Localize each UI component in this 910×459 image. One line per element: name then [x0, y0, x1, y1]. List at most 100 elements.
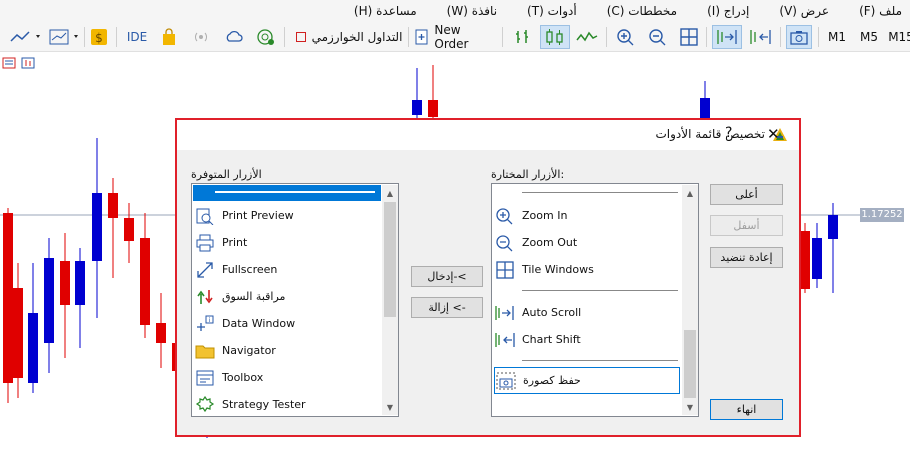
shop-button[interactable] [158, 25, 180, 49]
move-down-button[interactable]: أسفل [710, 215, 783, 236]
line-chart-button[interactable] [574, 25, 600, 49]
toolbar: $ IDE التداول الخوارزمي New Order M1 M5 … [0, 22, 910, 52]
dialog-close-button[interactable]: ✕ [767, 125, 780, 143]
available-buttons-label: الأزرار المتوفرة [191, 168, 262, 181]
auto-scroll-icon [717, 30, 737, 44]
candlestick-button[interactable] [540, 25, 570, 49]
list-item-navigator[interactable]: Navigator [194, 337, 276, 364]
cloud-icon [226, 30, 243, 42]
candle-body [812, 238, 822, 279]
menu-bar: ملف (F) عرض (V) إدراج (I) مخططات (C) أدو… [0, 0, 910, 22]
list-item-auto-scroll[interactable]: Auto Scroll [494, 299, 581, 326]
candle-body [156, 323, 166, 343]
list-item-zoom-out[interactable]: Zoom Out [494, 229, 577, 256]
screenshot-button[interactable] [786, 25, 812, 49]
chart-shift-icon [495, 332, 515, 347]
zoom-in-button[interactable] [614, 25, 638, 49]
menu-file[interactable]: ملف (F) [859, 4, 902, 18]
list-item-zoom-in[interactable]: Zoom In [494, 202, 567, 229]
list-item-fullscreen[interactable]: Fullscreen [194, 256, 277, 283]
svg-text:$: $ [95, 31, 103, 45]
available-list-scrollbar[interactable]: ▲ ▼ [382, 185, 398, 415]
list-separator[interactable] [522, 192, 678, 193]
list-item-label: Chart Shift [522, 333, 581, 346]
fullscreen-icon [197, 261, 213, 278]
move-up-button[interactable]: أعلى [710, 184, 783, 205]
candle-body [800, 231, 810, 289]
list-item-tile-windows[interactable]: Tile Windows [494, 256, 594, 283]
vps-button[interactable] [222, 25, 246, 49]
list-separator[interactable] [522, 360, 678, 361]
list-item-print-preview[interactable]: Print Preview [194, 202, 294, 229]
candle-body [44, 258, 54, 343]
candle-body [140, 238, 150, 325]
menu-tools[interactable]: أدوات (T) [527, 4, 577, 18]
list-item-toolbox[interactable]: Toolbox [194, 364, 263, 391]
list-item-label: Data Window [222, 317, 296, 330]
timeframe-m1[interactable]: M1 [824, 25, 850, 49]
tile-windows-button[interactable] [678, 25, 700, 49]
shopping-bag-icon [163, 28, 175, 45]
selected-list-scrollbar[interactable]: ▲ ▼ [682, 185, 698, 415]
algo-trading-button[interactable]: التداول الخوارزمي [294, 25, 404, 49]
list-item-label: Print [222, 236, 248, 249]
signals-button[interactable] [190, 25, 212, 49]
vps-hosting-button[interactable] [254, 25, 278, 49]
selected-buttons-label: الأزرار المختارة: [491, 168, 565, 181]
trend-icon [10, 31, 40, 42]
list-item-separator-selected[interactable] [193, 185, 381, 201]
indicators-button[interactable] [6, 25, 46, 49]
new-order-button[interactable]: New Order [414, 23, 496, 51]
candle-body [3, 213, 13, 383]
selected-buttons-list[interactable]: Zoom In Zoom Out Tile Windows Auto Scrol… [491, 183, 699, 417]
list-item-market-watch[interactable]: مراقبة السوق [194, 283, 285, 310]
available-buttons-list[interactable]: Print Preview Print Fullscreen مراقبة ال… [191, 183, 399, 417]
templates-button[interactable] [46, 25, 86, 49]
menu-window[interactable]: نافذة (W) [447, 4, 497, 18]
dialog-help-button[interactable]: ? [725, 125, 732, 141]
chart-tab-icons [2, 57, 36, 72]
menu-help[interactable]: مساعدة (H) [354, 4, 417, 18]
menu-view[interactable]: عرض (V) [779, 4, 829, 18]
insert-button[interactable]: إدخال-< [411, 266, 483, 287]
remove-button[interactable]: إزالة <- [411, 297, 483, 318]
chart-shift-icon [750, 30, 771, 44]
menu-insert[interactable]: إدراج (I) [707, 4, 749, 18]
candle-body [124, 218, 134, 241]
scrollbar-thumb[interactable] [384, 202, 396, 317]
algo-trading-label: التداول الخوارزمي [311, 30, 403, 44]
dialog-title: تخصيص قائمة الأدوات [655, 127, 766, 141]
line-chart-icon [576, 31, 598, 42]
timeframe-m15[interactable]: M15 [886, 25, 910, 49]
candle-body [828, 215, 838, 239]
dollar-icon: $ [91, 29, 107, 45]
ide-button[interactable]: IDE [124, 25, 150, 49]
list-item-chart-shift[interactable]: Chart Shift [494, 326, 581, 353]
scrollbar-thumb[interactable] [684, 330, 696, 398]
candle-body [60, 261, 70, 305]
market-button[interactable]: $ [88, 25, 110, 49]
chart-window-tab-icon[interactable] [2, 57, 36, 69]
screenshot-icon [496, 372, 516, 389]
finish-button[interactable]: انهاء [710, 399, 783, 420]
scroll-down-arrow-icon[interactable]: ▼ [382, 399, 398, 415]
auto-scroll-button[interactable] [712, 25, 742, 49]
market-watch-icon [197, 289, 213, 304]
scroll-down-arrow-icon[interactable]: ▼ [682, 399, 698, 415]
list-item-data-window[interactable]: i Data Window [194, 310, 295, 337]
timeframe-m5[interactable]: M5 [856, 25, 882, 49]
list-item-print[interactable]: Print [194, 229, 247, 256]
candle-body [13, 288, 23, 378]
list-separator[interactable] [522, 290, 678, 291]
stop-square-icon [295, 32, 306, 42]
scroll-up-arrow-icon[interactable]: ▲ [682, 185, 698, 201]
zoom-out-button[interactable] [646, 25, 670, 49]
list-item-strategy-tester[interactable]: Strategy Tester [194, 391, 306, 416]
list-item-save-screenshot[interactable]: حفظ كصورة [494, 367, 680, 394]
chart-shift-button[interactable] [746, 25, 774, 49]
reset-button[interactable]: إعادة تنضيد [710, 247, 783, 268]
menu-charts[interactable]: مخططات (C) [607, 4, 677, 18]
bar-chart-button[interactable] [510, 25, 536, 49]
navigator-folder-icon [195, 345, 215, 358]
scroll-up-arrow-icon[interactable]: ▲ [382, 185, 398, 201]
